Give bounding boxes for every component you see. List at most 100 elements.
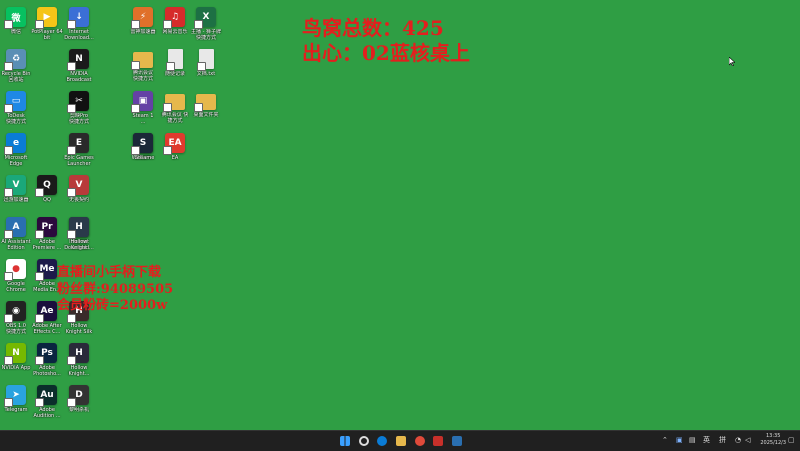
idm-icon: ↓	[67, 7, 89, 29]
wifi-icon[interactable]: ◔	[735, 436, 741, 445]
desktop-shortcut[interactable]: 文档.txt	[188, 49, 224, 93]
promo-text-member: 会员粉砖=2000w	[57, 298, 168, 313]
shortcut-arrow-icon	[165, 62, 175, 71]
desktop-shortcut[interactable]: 桌面文件夹	[188, 91, 224, 135]
taskbar-explorer[interactable]	[394, 434, 408, 448]
shortcut-arrow-icon	[4, 146, 13, 155]
shortcut-arrow-icon	[35, 356, 44, 365]
shortcut-arrow-icon	[67, 314, 76, 323]
windows-icon	[340, 436, 350, 446]
desktop-shortcut[interactable]: E Epic Games Launcher	[61, 133, 97, 177]
qq-icon: Q	[35, 175, 57, 197]
chrome-icon: ●	[4, 259, 26, 281]
desktop-shortcut[interactable]: ♻ Recycle Bin 回收站	[0, 49, 34, 93]
drop-info-text: 出心：02蓝核桌上	[302, 41, 470, 65]
shortcut-arrow-icon	[4, 398, 13, 407]
shortcut-label: Internet Download...	[64, 29, 94, 41]
shortcut-arrow-icon	[35, 230, 44, 239]
desktop-shortcut[interactable]: e Microsoft Edge	[0, 133, 34, 177]
after-effects-icon: Ae	[35, 301, 57, 323]
shortcut-arrow-icon	[4, 104, 13, 113]
start-button[interactable]	[338, 434, 352, 448]
promo-text-download: 直播间小手柄下载	[57, 265, 162, 280]
recorder-icon	[433, 436, 443, 446]
taskbar-recorder[interactable]	[431, 434, 445, 448]
steam-icon	[452, 436, 462, 446]
search-button[interactable]	[357, 434, 371, 448]
shortcut-arrow-icon	[163, 146, 172, 155]
taskbar-edge[interactable]	[375, 434, 389, 448]
shortcut-arrow-icon	[131, 146, 140, 155]
shortcut-arrow-icon	[4, 356, 13, 365]
desktop-shortcut[interactable]: V 无畏契约	[61, 175, 97, 219]
potplayer-icon: ▶	[35, 7, 57, 29]
folder-icon	[396, 436, 406, 446]
epic-icon: E	[67, 133, 89, 155]
shortcut-arrow-icon	[194, 103, 203, 112]
shortcut-label: 黎明杀机	[68, 407, 89, 413]
folder-icon	[194, 94, 216, 112]
clock-date: 2025/12/3	[760, 440, 786, 446]
media-encoder-icon: Me	[35, 259, 57, 281]
desktop-shortcut[interactable]: ✂ 剪映Pro 快捷方式	[61, 91, 97, 135]
taskbar-steam[interactable]	[450, 434, 464, 448]
mouse-cursor-icon	[729, 57, 735, 66]
wechat-icon: 微	[4, 7, 26, 29]
network-icon[interactable]: ▤	[689, 436, 696, 445]
desktop-shortcut[interactable]: ▭ ToDesk 快捷方式	[0, 91, 34, 135]
shortcut-label: 文档.txt	[196, 71, 216, 77]
taskbar-clock[interactable]: 13:35 2025/12/3	[760, 433, 786, 447]
taskbar-chrome[interactable]	[413, 434, 427, 448]
chevron-up-icon[interactable]: ⌃	[662, 436, 668, 445]
folder-icon	[163, 94, 185, 112]
desktop-shortcut[interactable]: X 主播 - 狮子牌 快捷方式	[188, 7, 224, 51]
shortcut-arrow-icon	[131, 61, 140, 70]
desktop-shortcut[interactable]: N NVIDIA Broadcast	[61, 49, 97, 93]
shortcut-arrow-icon	[4, 314, 13, 323]
desktop-shortcut[interactable]: D 黎明杀机	[61, 385, 97, 429]
shortcut-label: 桌面文件夹	[193, 112, 219, 118]
thunder-icon: ⚡	[131, 7, 153, 29]
notification-icon[interactable]: ▢	[788, 436, 795, 445]
shortcut-arrow-icon	[4, 230, 13, 239]
shortcut-arrow-icon	[67, 62, 76, 71]
shortcut-arrow-icon	[4, 62, 13, 71]
shortcut-arrow-icon	[35, 398, 44, 407]
steam-icon: S	[131, 133, 153, 155]
shortcut-arrow-icon	[35, 272, 44, 281]
shortcut-arrow-icon	[67, 188, 76, 197]
shortcut-label: Hollow Knight Silk	[65, 323, 93, 335]
volume-icon[interactable]: ◁	[745, 436, 750, 445]
shortcut-arrow-icon	[67, 146, 76, 155]
taskbar: ⌃ ▣ ▤ 英 拼 ◔ ◁ 13:35 2025/12/3 ▢	[0, 430, 800, 451]
netease-music-icon: ♫	[163, 7, 185, 29]
document-icon	[165, 49, 183, 71]
desktop-shortcut[interactable]: H Hollow Knight	[61, 217, 97, 261]
app-icon: A	[4, 217, 26, 239]
shortcut-arrow-icon	[67, 230, 76, 239]
shortcut-arrow-icon	[4, 272, 13, 281]
desktop-shortcut[interactable]: ↓ Internet Download...	[61, 7, 97, 51]
shortcut-arrow-icon	[163, 20, 172, 29]
obs-icon: ◉	[4, 301, 26, 323]
desktop-shortcut[interactable]: H Hollow Knight...	[61, 343, 97, 387]
security-icon[interactable]: ▣	[676, 436, 683, 445]
shortcut-arrow-icon	[35, 20, 44, 29]
dbd-icon: D	[67, 385, 89, 407]
shortcut-label: Hollow Knight	[70, 239, 88, 251]
shortcut-arrow-icon	[67, 398, 76, 407]
nvidia-icon: N	[4, 343, 26, 365]
desktop-shortcut[interactable]: EA EA	[157, 133, 193, 177]
shortcut-label: Hollow Knight...	[68, 365, 90, 377]
excel-icon: X	[194, 7, 216, 29]
input-method[interactable]: 拼	[719, 436, 726, 445]
shortcut-label: EA	[171, 155, 179, 161]
input-language[interactable]: 英	[703, 436, 710, 445]
shortcut-arrow-icon	[67, 356, 76, 365]
chrome-icon	[415, 436, 425, 446]
shortcut-label: 主播 - 狮子牌 快捷方式	[191, 29, 221, 41]
twitch-icon: ▣	[131, 91, 153, 113]
edge-icon: e	[4, 133, 26, 155]
shortcut-arrow-icon	[35, 314, 44, 323]
shortcut-arrow-icon	[131, 20, 140, 29]
